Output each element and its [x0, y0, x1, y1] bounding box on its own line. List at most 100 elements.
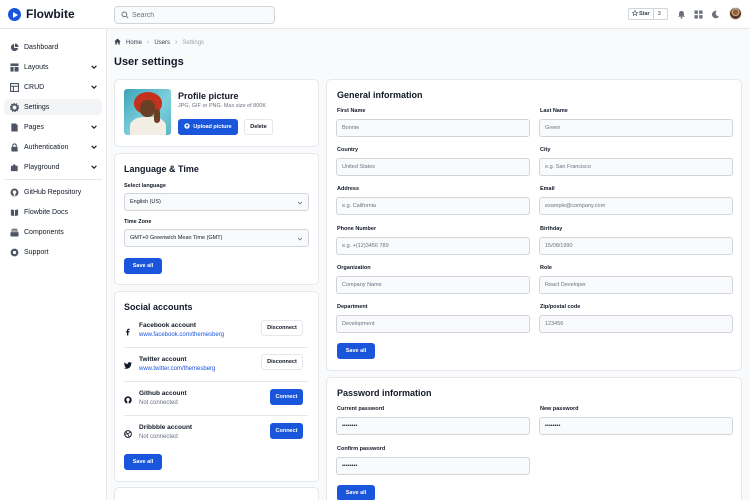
birthday-label: Birthday [540, 226, 563, 232]
book-icon [9, 207, 19, 217]
chevron-right-icon: › [147, 39, 150, 46]
delete-picture-button[interactable]: Delete [244, 119, 273, 135]
department-field[interactable] [336, 315, 530, 333]
breadcrumb-home[interactable]: Home [126, 40, 142, 46]
sidebar-item-label: Authentication [24, 143, 69, 151]
pie-chart-icon [9, 42, 19, 52]
facebook-icon [124, 328, 131, 338]
role-field[interactable] [539, 276, 733, 294]
password-title: Password information [337, 388, 432, 398]
social-account-link[interactable]: www.facebook.com/themesberg [139, 332, 224, 338]
sidebar-link-docs[interactable]: Flowbite Docs [4, 204, 102, 220]
save-language-button[interactable]: Save all [124, 258, 162, 274]
divider [124, 381, 308, 382]
timezone-select[interactable]: GMT+0 Greenwich Mean Time (GMT) [124, 229, 309, 247]
table-icon [9, 82, 19, 92]
current-password-field[interactable]: •••••••• [336, 417, 530, 435]
city-field[interactable] [539, 158, 733, 176]
sidebar-item-crud[interactable]: CRUD [4, 79, 102, 95]
sidebar: Dashboard Layouts CRUD Settings Pages Au… [0, 29, 107, 500]
sidebar-item-layouts[interactable]: Layouts [4, 59, 102, 75]
confirm-password-label: Confirm password [337, 446, 386, 452]
github-icon [9, 187, 19, 197]
sidebar-item-playground[interactable]: Playground [4, 159, 102, 175]
sidebar-item-pages[interactable]: Pages [4, 119, 102, 135]
star-label: Star [639, 11, 650, 17]
sidebar-item-label: Settings [24, 103, 50, 111]
lock-icon [9, 142, 19, 152]
search-input[interactable] [132, 9, 272, 21]
save-social-button[interactable]: Save all [124, 454, 162, 470]
zip-field[interactable] [539, 315, 733, 333]
last-name-field[interactable] [539, 119, 733, 137]
disconnect-facebook-button[interactable]: Disconnect [261, 320, 303, 336]
search-icon [121, 11, 129, 21]
profile-title: Profile picture [178, 91, 239, 101]
chevron-down-icon [90, 123, 98, 133]
role-label: Role [540, 265, 552, 271]
address-field[interactable] [336, 197, 530, 215]
dribbble-icon [124, 430, 132, 440]
connect-dribbble-button[interactable]: Connect [270, 423, 303, 439]
first-name-label: First Name [337, 108, 366, 114]
lifebuoy-icon [9, 247, 19, 257]
sidebar-item-dashboard[interactable]: Dashboard [4, 39, 102, 55]
first-name-field[interactable] [336, 119, 530, 137]
sidebar-link-label: Flowbite Docs [24, 208, 68, 216]
user-avatar[interactable] [729, 7, 742, 20]
chevron-down-icon [90, 83, 98, 93]
bell-icon[interactable] [677, 10, 686, 21]
gear-icon [9, 102, 19, 112]
app-logo-text[interactable]: Flowbite [26, 7, 75, 21]
social-account-name: Facebook account [139, 322, 197, 329]
github-icon [124, 396, 132, 406]
moon-icon[interactable] [711, 10, 720, 21]
sidebar-link-github[interactable]: GitHub Repository [4, 184, 102, 200]
flowbite-logo-icon[interactable] [8, 8, 21, 21]
email-field[interactable] [539, 197, 733, 215]
country-label: Country [337, 147, 359, 153]
disconnect-twitter-button[interactable]: Disconnect [261, 354, 303, 370]
upload-icon [184, 123, 190, 131]
top-navbar: Flowbite Star 3 [0, 0, 750, 29]
phone-field[interactable] [336, 237, 530, 255]
save-general-button[interactable]: Save all [337, 343, 375, 359]
social-account-link[interactable]: www.twitter.com/themesberg [139, 366, 215, 372]
email-label: Email [540, 186, 555, 192]
confirm-password-field[interactable]: •••••••• [336, 457, 530, 475]
sidebar-item-authentication[interactable]: Authentication [4, 139, 102, 155]
language-value: English (US) [130, 199, 161, 205]
birthday-field[interactable] [539, 237, 733, 255]
github-star-button[interactable]: Star 3 [628, 8, 668, 20]
sidebar-item-settings[interactable]: Settings [4, 99, 102, 115]
next-card [114, 487, 319, 500]
city-label: City [540, 147, 551, 153]
search-box[interactable] [114, 6, 275, 24]
country-field[interactable] [336, 158, 530, 176]
profile-picture [124, 89, 171, 135]
home-icon[interactable] [114, 38, 121, 47]
connect-github-button[interactable]: Connect [270, 389, 303, 405]
upload-picture-button[interactable]: Upload picture [178, 119, 238, 135]
sidebar-link-label: Components [24, 228, 64, 236]
last-name-label: Last Name [540, 108, 568, 114]
organization-field[interactable] [336, 276, 530, 294]
language-select[interactable]: English (US) [124, 193, 309, 211]
new-password-field[interactable]: •••••••• [539, 417, 733, 435]
apps-grid-icon[interactable] [694, 10, 703, 21]
sidebar-link-support[interactable]: Support [4, 244, 102, 260]
language-time-title: Language & Time [124, 164, 199, 174]
divider [124, 415, 308, 416]
sidebar-item-label: Playground [24, 163, 60, 171]
star-count: 3 [657, 11, 661, 17]
chevron-down-icon [297, 200, 303, 208]
language-label: Select language [124, 183, 166, 189]
social-title: Social accounts [124, 302, 193, 312]
breadcrumb-users[interactable]: Users [154, 40, 170, 46]
department-label: Department [337, 304, 368, 310]
save-password-button[interactable]: Save all [337, 485, 375, 500]
current-password-label: Current password [337, 406, 385, 412]
sidebar-link-components[interactable]: Components [4, 224, 102, 240]
sidebar-link-label: Support [24, 248, 49, 256]
social-account-status: Not connected [139, 434, 178, 440]
